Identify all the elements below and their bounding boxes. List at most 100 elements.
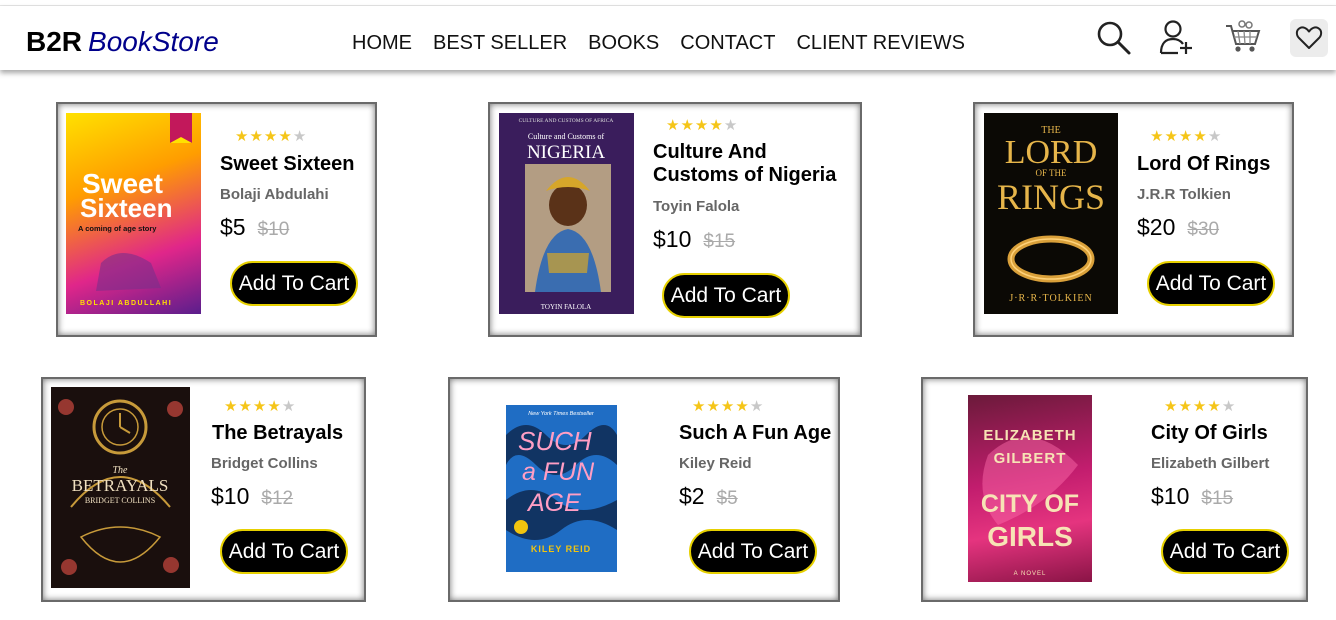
cover-author: BOLAJI ABDULLAHI xyxy=(80,300,172,307)
star-empty-icon: ★ xyxy=(1221,398,1237,415)
star-filled-icon: ★ xyxy=(680,117,695,134)
book-old-price: $30 xyxy=(1187,219,1220,240)
star-filled-icon: ★ xyxy=(666,117,681,134)
book-price: $10 xyxy=(1151,483,1190,509)
book-card: ELIZABETH GILBERT CITY OF GIRLS A NOVEL … xyxy=(921,377,1308,602)
book-cover[interactable]: CULTURE AND CUSTOMS OF AFRICA Culture an… xyxy=(499,113,634,314)
nav-contact[interactable]: CONTACT xyxy=(680,32,775,54)
cover-the: The xyxy=(113,465,129,476)
star-filled-icon: ★ xyxy=(692,398,707,415)
header: B2R BookStore HOME BEST SELLER BOOKS CONT… xyxy=(0,6,1336,70)
star-filled-icon: ★ xyxy=(224,398,239,415)
cover-author: J·R·R·TOLKIEN xyxy=(1009,293,1092,304)
star-filled-icon: ★ xyxy=(249,128,264,145)
nav-books[interactable]: BOOKS xyxy=(588,32,659,54)
book-old-price: $10 xyxy=(257,219,290,240)
book-title: City Of Girls xyxy=(1151,422,1268,444)
book-price: $10 xyxy=(653,226,692,252)
star-filled-icon: ★ xyxy=(735,398,750,415)
book-price: $10 xyxy=(211,483,250,509)
price-row: $20 $30 xyxy=(1137,214,1219,241)
cover-title: BETRAYALS xyxy=(72,476,169,495)
price-row: $10 $15 xyxy=(1151,483,1233,510)
nav-best-seller[interactable]: BEST SELLER xyxy=(433,32,567,54)
cover-author-last: GILBERT xyxy=(994,450,1067,467)
book-title: Culture And Customs of Nigeria xyxy=(653,141,837,186)
book-price: $2 xyxy=(679,483,705,509)
cover-tagline: A coming of age story xyxy=(78,224,157,233)
book-cover[interactable]: THE LORD OF THE RINGS J·R·R·TOLKIEN xyxy=(984,113,1118,314)
star-filled-icon: ★ xyxy=(267,398,282,415)
star-filled-icon: ★ xyxy=(1150,128,1165,145)
cover-novel: A NOVEL xyxy=(1014,571,1047,577)
star-empty-icon: ★ xyxy=(281,398,297,415)
add-to-cart-button[interactable]: Add To Cart xyxy=(230,261,358,306)
book-card: New York Times Bestseller SUCH a FUN AGE… xyxy=(448,377,840,602)
add-to-cart-button[interactable]: Add To Cart xyxy=(220,529,348,574)
price-row: $5 $10 xyxy=(220,214,289,241)
star-filled-icon: ★ xyxy=(1164,128,1179,145)
book-card: The BETRAYALS BRIDGET COLLINS ★★★★★ The … xyxy=(41,377,366,602)
book-author: Bridget Collins xyxy=(211,455,318,472)
star-filled-icon: ★ xyxy=(235,128,250,145)
star-filled-icon: ★ xyxy=(1192,398,1208,415)
book-old-price: $15 xyxy=(1201,488,1234,509)
cover-title-2: Sixteen xyxy=(80,193,173,223)
book-cover[interactable]: The BETRAYALS BRIDGET COLLINS xyxy=(51,387,190,588)
logo[interactable]: B2R BookStore xyxy=(26,25,219,59)
book-old-price: $5 xyxy=(716,488,738,509)
cover-such: SUCH xyxy=(518,426,592,456)
book-cover[interactable]: Sweet Sixteen A coming of age story BOLA… xyxy=(66,113,201,314)
add-to-cart-button[interactable]: Add To Cart xyxy=(1147,261,1275,306)
book-title: Such A Fun Age xyxy=(679,422,832,444)
book-author: Toyin Falola xyxy=(653,198,740,215)
star-filled-icon: ★ xyxy=(1164,398,1179,415)
book-title: The Betrayals xyxy=(212,422,344,444)
book-title: Sweet Sixteen xyxy=(220,153,355,175)
add-user-icon[interactable] xyxy=(1158,18,1196,56)
star-filled-icon: ★ xyxy=(1193,128,1208,145)
star-filled-icon: ★ xyxy=(1207,398,1222,415)
cover-city-of: CITY OF xyxy=(981,490,1079,518)
rating-stars: ★★★★★ xyxy=(1164,399,1236,414)
book-old-price: $15 xyxy=(703,231,736,252)
book-author: J.R.R Tolkien xyxy=(1137,186,1231,203)
cover-girls: GIRLS xyxy=(987,521,1073,552)
cover-author: TOYIN FALOLA xyxy=(541,303,592,311)
cover-author: KILEY REID xyxy=(531,544,591,554)
cover-author-first: ELIZABETH xyxy=(983,427,1076,444)
nav-client-reviews[interactable]: CLIENT REVIEWS xyxy=(796,32,965,54)
cover-rings: RINGS xyxy=(997,177,1105,217)
star-empty-icon: ★ xyxy=(723,117,739,134)
main-nav: HOME BEST SELLER BOOKS CONTACT CLIENT RE… xyxy=(352,32,965,54)
book-cover[interactable]: New York Times Bestseller SUCH a FUN AGE… xyxy=(506,405,617,572)
book-cover[interactable]: ELIZABETH GILBERT CITY OF GIRLS A NOVEL xyxy=(968,395,1092,582)
book-author: Elizabeth Gilbert xyxy=(1151,455,1270,472)
cart-icon[interactable] xyxy=(1224,18,1262,56)
star-filled-icon: ★ xyxy=(720,398,736,415)
cover-subtitle: Culture and Customs of xyxy=(528,132,605,141)
star-empty-icon: ★ xyxy=(292,128,308,145)
heart-icon[interactable] xyxy=(1290,19,1328,57)
book-card: CULTURE AND CUSTOMS OF AFRICA Culture an… xyxy=(488,102,862,337)
star-empty-icon: ★ xyxy=(749,398,765,415)
nav-home[interactable]: HOME xyxy=(352,32,412,54)
add-to-cart-button[interactable]: Add To Cart xyxy=(1161,529,1289,574)
star-filled-icon: ★ xyxy=(694,117,710,134)
star-filled-icon: ★ xyxy=(1178,128,1194,145)
search-icon[interactable] xyxy=(1094,18,1132,56)
book-card: THE LORD OF THE RINGS J·R·R·TOLKIEN ★★★★… xyxy=(973,102,1294,337)
rating-stars: ★★★★★ xyxy=(666,118,738,133)
star-filled-icon: ★ xyxy=(1178,398,1193,415)
star-filled-icon: ★ xyxy=(238,398,253,415)
star-filled-icon: ★ xyxy=(263,128,279,145)
add-to-cart-button[interactable]: Add To Cart xyxy=(662,273,790,318)
cover-age: AGE xyxy=(526,489,581,517)
add-to-cart-button[interactable]: Add To Cart xyxy=(689,529,817,574)
book-author: Kiley Reid xyxy=(679,455,752,472)
cover-lord: LORD xyxy=(1005,134,1098,171)
star-filled-icon: ★ xyxy=(706,398,721,415)
book-author: Bolaji Abdulahi xyxy=(220,186,329,203)
rating-stars: ★★★★★ xyxy=(692,399,764,414)
price-row: $10 $12 xyxy=(211,483,293,510)
